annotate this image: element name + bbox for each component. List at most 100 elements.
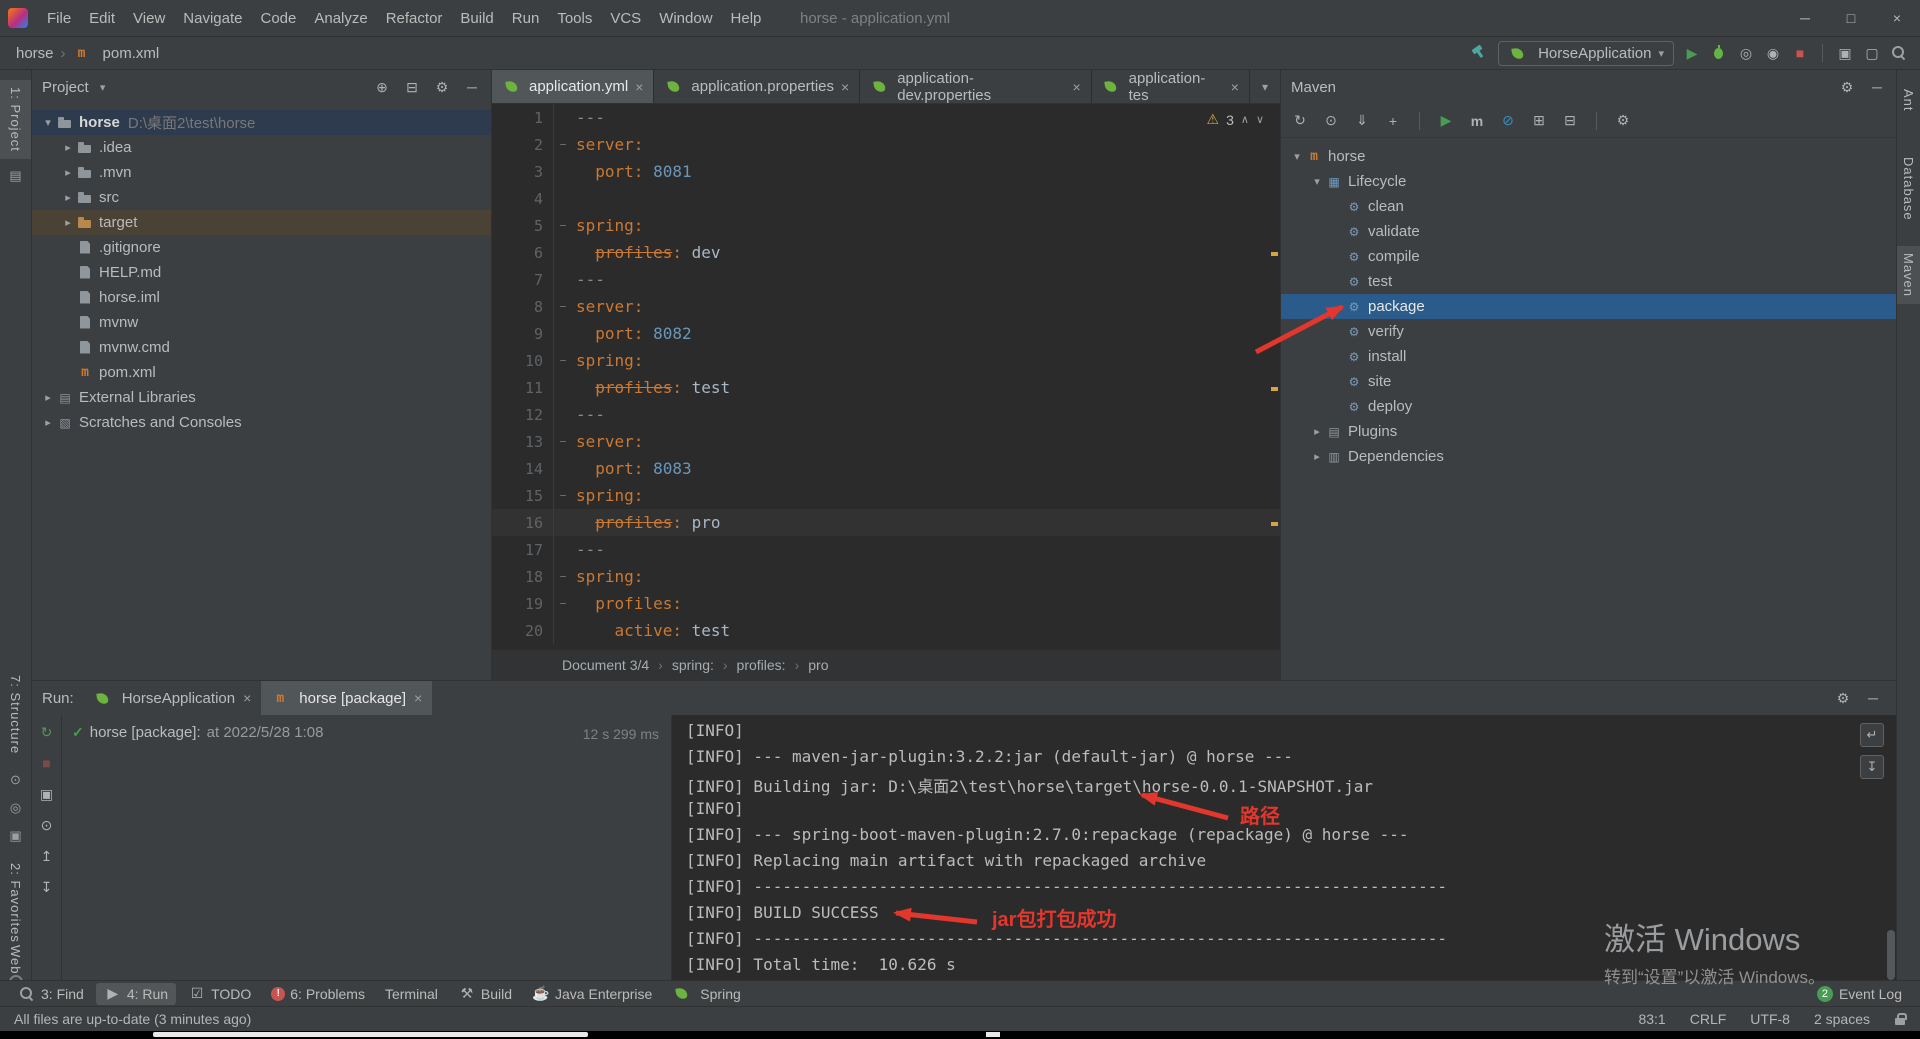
profiler-icon[interactable]: ◉ [1764,44,1782,62]
project-item-mvnw-cmd[interactable]: mvnw.cmd [32,335,491,360]
chevron-down-icon[interactable]: ▾ [40,116,56,129]
stop-icon[interactable]: ■ [1791,44,1809,62]
encoding[interactable]: UTF-8 [1750,1011,1790,1027]
layout-icon[interactable]: ▢ [1863,44,1881,62]
settings-icon[interactable]: ⚙ [1834,689,1852,707]
code-editor[interactable]: 1 --- 2− server: 3 port: 8081 4 5− spring: 6 pro… [492,104,1280,649]
editor-tab-application-tes[interactable]: application-tes × [1092,70,1250,104]
run-configuration-select[interactable]: HorseApplication ▾ [1498,40,1674,66]
run-tab-horseapplication[interactable]: HorseApplication × [84,681,262,715]
stop-icon[interactable]: ■ [38,754,56,772]
editor-breadcrumb-item[interactable]: pro [808,657,828,673]
stripe-ant-button[interactable]: Ant [1897,82,1920,119]
close-tab-icon[interactable]: × [1072,79,1080,95]
code-line-11[interactable]: 11 profiles: test [492,374,1280,401]
chevron-right-icon[interactable]: ▸ [40,391,56,404]
code-line-9[interactable]: 9 port: 8082 [492,320,1280,347]
code-line-13[interactable]: 13− server: [492,428,1280,455]
execute-goal-icon[interactable]: m [1468,112,1486,130]
warning-stripe-mark[interactable] [1271,387,1278,391]
editor-tab-application-dev-properties[interactable]: application-dev.properties × [860,70,1092,104]
generate-sources-icon[interactable]: ⊙ [1322,112,1340,130]
fold-marker-icon[interactable]: − [554,570,572,583]
maven-item-clean[interactable]: ⚙ clean [1281,194,1896,219]
code-line-10[interactable]: 10− spring: [492,347,1280,374]
debug-icon[interactable] [1710,44,1728,62]
menu-edit[interactable]: Edit [80,0,124,36]
collapse-all-icon[interactable]: ⊟ [403,78,421,96]
project-item-mvn[interactable]: ▸ .mvn [32,160,491,185]
event-log-button[interactable]: 2 Event Log [1816,985,1910,1002]
select-opened-file-icon[interactable]: ⊕ [373,78,391,96]
code-line-18[interactable]: 18− spring: [492,563,1280,590]
maven-item-verify[interactable]: ⚙ verify [1281,319,1896,344]
project-item-help-md[interactable]: HELP.md [32,260,491,285]
fold-marker-icon[interactable]: − [554,435,572,448]
run-result-row[interactable]: ✓ horse [package]: at 2022/5/28 1:08 [62,715,671,750]
code-line-3[interactable]: 3 port: 8081 [492,158,1280,185]
rerun-icon[interactable]: ↻ [38,723,56,741]
menu-code[interactable]: Code [251,0,305,36]
run-icon[interactable]: ▶ [1683,44,1701,62]
code-line-16[interactable]: 16 profiles: pro [492,509,1280,536]
project-item-mvnw[interactable]: mvnw [32,310,491,335]
run-console[interactable]: [INFO] [INFO] --- maven-jar-plugin:3.2.2:… [672,715,1896,980]
inspections-widget[interactable]: ⚠ 3 ∧ ∨ [1207,111,1264,128]
tool-window-button-4-run[interactable]: ▶ 4: Run [95,982,177,1005]
close-tab-icon[interactable]: × [414,690,422,706]
tool-window-button-spring[interactable]: Spring [664,984,748,1004]
menu-tools[interactable]: Tools [548,0,601,36]
fold-marker-icon[interactable]: − [554,489,572,502]
prev-warning-icon[interactable]: ∧ [1241,113,1249,126]
tool-window-button-todo[interactable]: ☑ TODO [180,983,259,1005]
breadcrumb-file[interactable]: pom.xml [103,45,160,62]
maven-item-horse[interactable]: ▾ m horse [1281,144,1896,169]
tool-window-button-6-problems[interactable]: ! 6: Problems [263,984,373,1004]
close-tab-icon[interactable]: × [841,79,849,95]
download-sources-icon[interactable]: ⇓ [1353,112,1371,130]
close-tab-icon[interactable]: × [635,79,643,95]
code-line-6[interactable]: 6 profiles: dev [492,239,1280,266]
pin-tab-icon[interactable]: ⊙ [38,816,56,834]
menu-navigate[interactable]: Navigate [174,0,251,36]
chevron-down-icon[interactable]: ▾ [95,81,111,94]
project-item-scratches-and-consoles[interactable]: ▸ ▧ Scratches and Consoles [32,410,491,435]
collapse-all-icon[interactable]: ⊟ [1561,112,1579,130]
chevron-right-icon[interactable]: ▸ [40,416,56,429]
up-icon[interactable]: ↥ [38,847,56,865]
menu-help[interactable]: Help [722,0,771,36]
run-tab-horse-package[interactable]: m horse [package] × [261,681,433,715]
close-tab-icon[interactable]: × [243,690,251,706]
chevron-down-icon[interactable]: ▾ [1309,175,1325,188]
menu-refactor[interactable]: Refactor [377,0,452,36]
chevron-right-icon[interactable]: ▸ [60,191,76,204]
maven-item-plugins[interactable]: ▸ ▤ Plugins [1281,419,1896,444]
down-icon[interactable]: ↧ [38,878,56,896]
camera-icon[interactable]: ▣ [6,826,26,846]
code-line-7[interactable]: 7 --- [492,266,1280,293]
fold-marker-icon[interactable]: − [554,138,572,151]
project-item-pom-xml[interactable]: m pom.xml [32,360,491,385]
line-ending[interactable]: CRLF [1690,1011,1727,1027]
console-scrollbar[interactable] [1887,930,1895,980]
add-maven-project-icon[interactable]: + [1384,112,1402,130]
stripe-project-button[interactable]: 1: Project [0,80,31,159]
chevron-down-icon[interactable]: ▾ [1289,150,1305,163]
minimize-button[interactable]: ─ [1782,0,1828,36]
menu-analyze[interactable]: Analyze [305,0,376,36]
warning-stripe-mark[interactable] [1271,252,1278,256]
maven-item-dependencies[interactable]: ▸ ▥ Dependencies [1281,444,1896,469]
menu-view[interactable]: View [124,0,174,36]
stripe-structure-button[interactable]: 7: Structure [0,668,31,761]
editor-breadcrumb-item[interactable]: profiles: [737,657,786,673]
code-line-15[interactable]: 15− spring: [492,482,1280,509]
maven-item-compile[interactable]: ⚙ compile [1281,244,1896,269]
menu-build[interactable]: Build [451,0,502,36]
hidden-tabs-icon[interactable]: ▾ [1250,70,1280,103]
menu-window[interactable]: Window [650,0,721,36]
pin-icon[interactable]: ⊙ [6,770,26,790]
warning-stripe-mark[interactable] [1271,522,1278,526]
fold-marker-icon[interactable]: − [554,300,572,313]
soft-wrap-icon[interactable]: ↵ [1860,723,1884,747]
next-warning-icon[interactable]: ∨ [1256,113,1264,126]
